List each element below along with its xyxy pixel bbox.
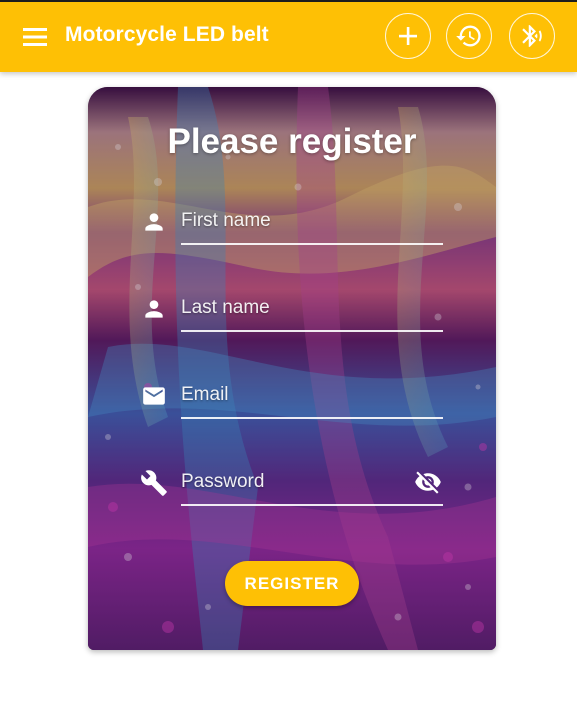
email-underline [181,417,443,419]
app-title: Motorcycle LED belt [65,23,269,46]
register-card: Please register REGISTER [88,87,496,650]
toggle-password-visibility-button[interactable] [413,468,443,496]
password-field [138,463,443,506]
first-name-field [138,202,443,245]
email-field [138,376,443,419]
visibility-off-icon [415,471,441,494]
menu-button[interactable] [20,24,50,50]
form-heading: Please register [167,122,417,161]
bluetooth-button[interactable] [509,13,555,59]
app-bar: Motorcycle LED belt [0,0,577,72]
last-name-underline [181,330,443,332]
wrench-icon [140,469,168,497]
first-name-input[interactable] [181,202,443,240]
last-name-field [138,289,443,332]
first-name-underline [181,243,443,245]
person-icon [140,208,168,236]
person-icon [140,295,168,323]
password-input[interactable] [181,463,409,501]
last-name-input[interactable] [181,289,443,327]
status-line [0,0,577,2]
password-underline [181,504,443,506]
email-icon [140,382,168,410]
email-input[interactable] [181,376,443,414]
menu-icon [23,28,47,46]
plus-icon [399,27,417,45]
register-button[interactable]: REGISTER [225,561,359,606]
add-button[interactable] [385,13,431,59]
history-button[interactable] [446,13,492,59]
history-icon [456,25,481,47]
bluetooth-icon [522,25,542,47]
